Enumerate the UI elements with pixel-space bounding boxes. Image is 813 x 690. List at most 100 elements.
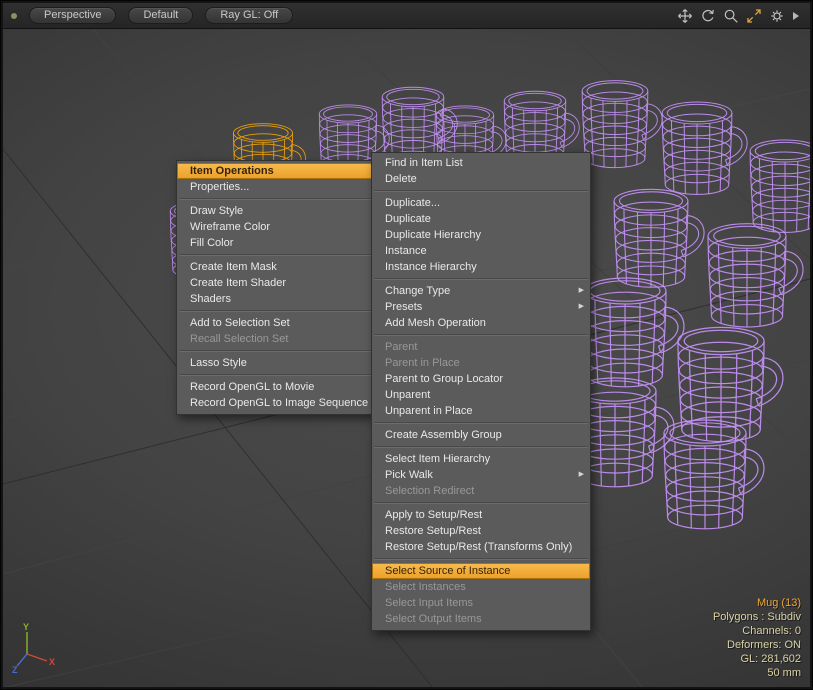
status-line-polygons: Polygons : Subdiv xyxy=(713,610,801,624)
menu-item-apply-to-setup-rest[interactable]: Apply to Setup/Rest xyxy=(372,507,590,523)
menu-item-fill-color[interactable]: Fill Color xyxy=(177,235,374,251)
wireframe-mug[interactable] xyxy=(582,81,662,168)
menu-item-label: Presets xyxy=(385,301,422,313)
menu-item-create-item-shader[interactable]: Create Item Shader xyxy=(177,275,374,291)
viewport-3d[interactable]: Item OperationsProperties... Draw Style Wi… xyxy=(3,29,810,687)
menu-item-label: Change Type xyxy=(385,285,450,297)
menu-item-restore-setup-rest[interactable]: Restore Setup/Rest xyxy=(372,523,590,539)
menu-separator xyxy=(179,198,372,200)
menu-item-record-opengl-to-movie[interactable]: Record OpenGL to Movie xyxy=(177,379,374,395)
menu-item-create-item-mask[interactable]: Create Item Mask xyxy=(177,259,374,275)
menu-item-add-to-selection-set[interactable]: Add to Selection Set xyxy=(177,315,374,331)
maximize-icon[interactable] xyxy=(746,8,762,24)
menu-separator xyxy=(179,310,372,312)
submenu-arrow-icon: ▶ xyxy=(579,283,584,299)
menu-item-duplicate[interactable]: Duplicate... xyxy=(372,195,590,211)
z-axis-line xyxy=(17,654,27,666)
menu-item-record-opengl-to-image-sequence[interactable]: Record OpenGL to Image Sequence xyxy=(177,395,374,411)
menu-item-label: Create Item Shader xyxy=(190,277,286,289)
pan-icon[interactable] xyxy=(677,8,693,24)
menu-item-label: Pick Walk xyxy=(385,469,433,481)
menu-item-label: Parent xyxy=(385,341,417,353)
menu-item-item-operations[interactable]: Item Operations xyxy=(177,163,374,179)
menu-item-select-input-items: Select Input Items xyxy=(372,595,590,611)
modo-viewport-window: Perspective Default Ray GL: Off xyxy=(0,0,813,690)
menu-item-label: Select Source of Instance xyxy=(385,565,510,577)
menu-item-label: Instance xyxy=(385,245,427,257)
menu-item-label: Duplicate Hierarchy xyxy=(385,229,481,241)
menu-item-label: Restore Setup/Rest xyxy=(385,525,481,537)
menu-item-properties[interactable]: Properties... xyxy=(177,179,374,195)
shading-default-dropdown[interactable]: Default xyxy=(128,7,193,24)
menu-item-label: Create Item Mask xyxy=(190,261,277,273)
menu-item-create-assembly-group[interactable]: Create Assembly Group xyxy=(372,427,590,443)
status-line-focal: 50 mm xyxy=(713,666,801,680)
submenu-arrow-icon: ▶ xyxy=(579,467,584,483)
rotate-icon[interactable] xyxy=(700,8,716,24)
menu-item-duplicate-hierarchy[interactable]: Duplicate Hierarchy xyxy=(372,227,590,243)
menu-item-unparent-in-place[interactable]: Unparent in Place xyxy=(372,403,590,419)
menu-item-label: Record OpenGL to Movie xyxy=(190,381,314,393)
wireframe-mug[interactable] xyxy=(662,102,747,194)
viewport-toolbar: Perspective Default Ray GL: Off xyxy=(3,3,810,29)
ray-gl-dropdown[interactable]: Ray GL: Off xyxy=(205,7,293,24)
context-menu-item-operations: Item OperationsProperties... Draw Style Wi… xyxy=(176,160,375,415)
menu-item-selection-redirect: Selection Redirect xyxy=(372,483,590,499)
menu-separator xyxy=(179,350,372,352)
menu-item-label: Select Input Items xyxy=(385,597,473,609)
menu-separator xyxy=(374,558,588,560)
menu-item-pick-walk[interactable]: Pick Walk ▶ xyxy=(372,467,590,483)
menu-separator xyxy=(374,190,588,192)
wireframe-mug[interactable] xyxy=(678,327,783,441)
menu-separator xyxy=(179,254,372,256)
menu-item-add-mesh-operation[interactable]: Add Mesh Operation xyxy=(372,315,590,331)
menu-item-label: Find in Item List xyxy=(385,157,463,169)
axis-widget: Y X Z xyxy=(11,622,57,679)
menu-item-select-output-items: Select Output Items xyxy=(372,611,590,627)
menu-item-label: Unparent in Place xyxy=(385,405,472,417)
menu-item-label: Select Item Hierarchy xyxy=(385,453,490,465)
menu-item-recall-selection-set: Recall Selection Set xyxy=(177,331,374,347)
menu-item-instance[interactable]: Instance xyxy=(372,243,590,259)
status-item-name: Mug (13) xyxy=(713,596,801,610)
menu-item-presets[interactable]: Presets▶ xyxy=(372,299,590,315)
wireframe-mug[interactable] xyxy=(614,189,704,287)
menu-item-wireframe-color[interactable]: Wireframe Color xyxy=(177,219,374,235)
menu-item-unparent[interactable]: Unparent xyxy=(372,387,590,403)
menu-item-label: Select Instances xyxy=(385,581,466,593)
menu-item-label: Lasso Style xyxy=(190,357,247,369)
menu-item-delete[interactable]: Delete xyxy=(372,171,590,187)
menu-caret-icon[interactable] xyxy=(792,11,800,21)
zoom-icon[interactable] xyxy=(723,8,739,24)
viewport-toolbar-icons xyxy=(677,8,802,24)
menu-item-find-in-item-list[interactable]: Find in Item List xyxy=(372,155,590,171)
menu-item-label: Shaders xyxy=(190,293,231,305)
menu-item-draw-style[interactable]: Draw Style xyxy=(177,203,374,219)
menu-item-select-source-of-instance[interactable]: Select Source of Instance xyxy=(372,563,590,579)
menu-item-label: Create Assembly Group xyxy=(385,429,502,441)
wireframe-mug[interactable] xyxy=(664,420,764,529)
menu-item-label: Draw Style xyxy=(190,205,243,217)
menu-item-shaders[interactable]: Shaders xyxy=(177,291,374,307)
perspective-dropdown[interactable]: Perspective xyxy=(29,7,116,24)
menu-item-select-item-hierarchy[interactable]: Select Item Hierarchy xyxy=(372,451,590,467)
menu-item-lasso-style[interactable]: Lasso Style xyxy=(177,355,374,371)
menu-item-label: Selection Redirect xyxy=(385,485,474,497)
menu-item-duplicate[interactable]: Duplicate xyxy=(372,211,590,227)
wireframe-mug[interactable] xyxy=(750,140,810,232)
menu-item-parent-in-place: Parent in Place xyxy=(372,355,590,371)
menu-item-label: Wireframe Color xyxy=(190,221,270,233)
menu-item-label: Record OpenGL to Image Sequence xyxy=(190,397,368,409)
viewport-indicator-dot xyxy=(11,13,17,19)
menu-separator xyxy=(179,374,372,376)
menu-item-restore-setup-rest-transforms-only[interactable]: Restore Setup/Rest (Transforms Only) xyxy=(372,539,590,555)
menu-item-label: Add Mesh Operation xyxy=(385,317,486,329)
menu-item-parent: Parent xyxy=(372,339,590,355)
menu-item-change-type[interactable]: Change Type ▶ xyxy=(372,283,590,299)
menu-item-label: Restore Setup/Rest (Transforms Only) xyxy=(385,541,572,553)
gear-icon[interactable] xyxy=(769,8,785,24)
menu-separator xyxy=(374,422,588,424)
menu-item-parent-to-group-locator[interactable]: Parent to Group Locator xyxy=(372,371,590,387)
menu-item-instance-hierarchy[interactable]: Instance Hierarchy xyxy=(372,259,590,275)
x-axis-line xyxy=(27,654,47,661)
